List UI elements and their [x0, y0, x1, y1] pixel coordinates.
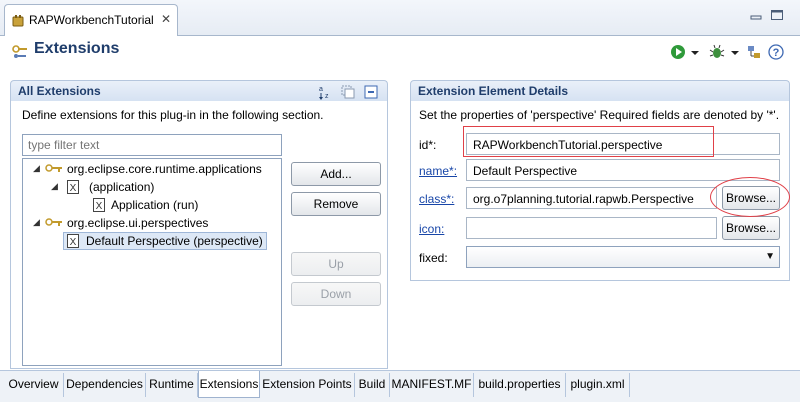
chevron-down-icon[interactable]: ▼ — [765, 251, 775, 262]
fixed-combo[interactable]: ▼ — [466, 246, 780, 268]
extension-point-icon — [45, 164, 62, 172]
details-section-header: Extension Element Details — [410, 80, 790, 102]
details-description: Set the properties of 'perspective' Requ… — [419, 108, 780, 122]
tree-item-label: (application) — [89, 180, 155, 194]
filter-input[interactable] — [23, 135, 281, 155]
plugin-icon — [12, 15, 24, 27]
help-icon[interactable]: ? — [768, 44, 784, 60]
svg-text:a: a — [319, 86, 323, 93]
extensions-icon — [12, 45, 27, 58]
expanded-twisty-icon[interactable]: ◢ — [33, 217, 40, 228]
element-icon: X — [67, 234, 79, 248]
icon-field[interactable] — [466, 217, 717, 239]
tab-build-properties[interactable]: build.properties — [474, 373, 566, 397]
tab-extensions[interactable]: Extensions — [198, 371, 260, 398]
maximize-icon[interactable] — [770, 9, 784, 21]
close-icon[interactable]: ✕ — [161, 12, 171, 26]
editor-tab[interactable]: RAPWorkbenchTutorial ✕ — [4, 4, 178, 36]
icon-link[interactable]: icon: — [419, 222, 444, 236]
name-field[interactable]: Default Perspective — [466, 159, 780, 181]
all-extensions-section-header[interactable]: All Extensions a z — [10, 80, 388, 102]
details-title: Extension Element Details — [418, 84, 569, 98]
tab-overview[interactable]: Overview — [4, 373, 64, 397]
collapse-all-icon[interactable] — [341, 85, 355, 99]
all-extensions-description: Define extensions for this plug-in in th… — [22, 108, 324, 122]
id-label: id*: — [419, 138, 437, 152]
tab-runtime[interactable]: Runtime — [146, 373, 198, 397]
remove-button[interactable]: Remove — [291, 192, 381, 216]
form-header: Extensions ? — [0, 36, 800, 68]
svg-text:z: z — [325, 93, 329, 100]
tree-item[interactable]: ◢ org.eclipse.ui.perspectives — [23, 214, 281, 232]
class-link[interactable]: class*: — [419, 192, 454, 206]
highlight-ellipse — [710, 177, 790, 217]
tree-item-label: Default Perspective (perspective) — [63, 232, 267, 250]
tree-item[interactable]: ◢ X (application) — [23, 178, 281, 196]
editor-tab-bar: RAPWorkbenchTutorial ✕ — [0, 0, 800, 36]
class-value: org.o7planning.tutorial.rapwb.Perspectiv… — [473, 192, 694, 206]
tab-plugin-xml[interactable]: plugin.xml — [566, 373, 630, 397]
sort-icon[interactable]: a z — [318, 84, 334, 100]
tree-item-label: Application (run) — [111, 198, 199, 212]
all-extensions-title: All Extensions — [18, 84, 101, 98]
minimize-icon[interactable] — [749, 9, 763, 21]
debug-icon[interactable] — [708, 44, 726, 60]
name-link[interactable]: name*: — [419, 164, 457, 178]
svg-text:X: X — [70, 183, 77, 194]
element-icon: X — [93, 198, 105, 212]
export-icon[interactable] — [746, 44, 762, 60]
class-field[interactable]: org.o7planning.tutorial.rapwb.Perspectiv… — [466, 187, 717, 209]
expanded-twisty-icon[interactable]: ◢ — [33, 163, 40, 174]
filter-field[interactable] — [22, 134, 282, 156]
svg-text:X: X — [70, 237, 77, 248]
down-button[interactable]: Down — [291, 282, 381, 306]
run-icon[interactable] — [670, 44, 686, 60]
tree-item[interactable]: ◢ org.eclipse.core.runtime.applications — [23, 160, 281, 178]
element-icon: X — [67, 180, 79, 194]
tab-dependencies[interactable]: Dependencies — [64, 373, 146, 397]
minimize-section-icon[interactable] — [364, 85, 378, 99]
dropdown-icon[interactable] — [730, 44, 740, 60]
add-button[interactable]: Add... — [291, 162, 381, 186]
tab-extension-points[interactable]: Extension Points — [260, 373, 355, 397]
tree-item[interactable]: X Application (run) — [23, 196, 281, 214]
up-button[interactable]: Up — [291, 252, 381, 276]
expanded-twisty-icon[interactable]: ◢ — [51, 181, 58, 192]
tree-item-label: org.eclipse.ui.perspectives — [67, 216, 209, 230]
tree-item-label: org.eclipse.core.runtime.applications — [67, 162, 262, 176]
dropdown-icon[interactable] — [690, 44, 700, 60]
extensions-tree[interactable]: ◢ org.eclipse.core.runtime.applications … — [22, 158, 282, 366]
name-value: Default Perspective — [473, 164, 578, 178]
page-title: Extensions — [34, 40, 120, 57]
icon-browse-button[interactable]: Browse... — [722, 216, 780, 240]
help-icon-glyph: ? — [773, 47, 780, 59]
plugin-manifest-editor: RAPWorkbenchTutorial ✕ Extensions ? All … — [0, 0, 800, 402]
highlight-rectangle — [463, 126, 714, 157]
extension-point-icon — [45, 218, 62, 226]
tab-build[interactable]: Build — [355, 373, 390, 397]
page-tab-bar: Overview Dependencies Runtime Extensions… — [0, 370, 800, 402]
fixed-label: fixed: — [419, 251, 448, 265]
editor-tab-title: RAPWorkbenchTutorial — [29, 13, 154, 27]
tab-manifest-mf[interactable]: MANIFEST.MF — [390, 373, 474, 397]
svg-text:X: X — [96, 201, 103, 212]
tree-item-selected[interactable]: X Default Perspective (perspective) — [23, 232, 281, 250]
